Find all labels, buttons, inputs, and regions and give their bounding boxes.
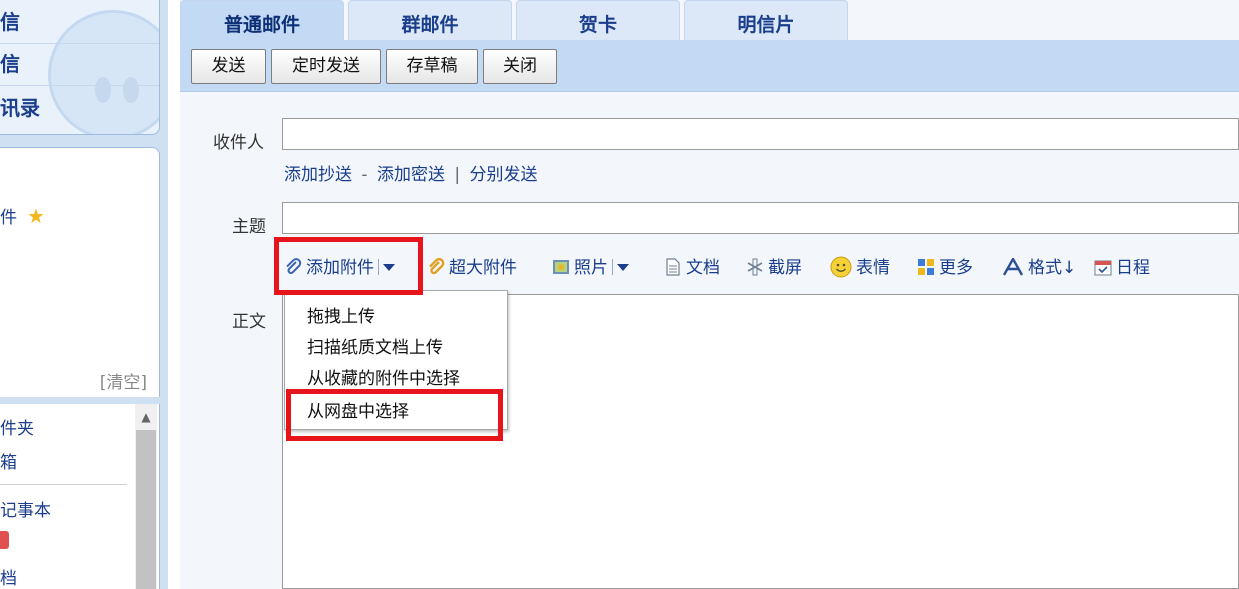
tab-greeting-card[interactable]: 贺卡: [516, 0, 680, 40]
smiley-icon: [830, 256, 852, 278]
document-button[interactable]: 文档: [664, 252, 720, 284]
scissors-icon: [747, 258, 763, 276]
format-label: 格式↓: [1028, 258, 1077, 278]
tab-normal-mail[interactable]: 普通邮件: [180, 0, 344, 40]
clear-link[interactable]: [清空]: [100, 368, 147, 393]
sidebar-item-starred-label: 件: [0, 208, 17, 228]
subject-label: 主题: [232, 217, 266, 237]
sidebar-scrollbar[interactable]: ▲: [135, 404, 157, 589]
dash-separator: -: [361, 165, 368, 185]
compose-tabs: 普通邮件 群邮件 贺卡 明信片: [180, 0, 1239, 40]
body-label: 正文: [232, 312, 266, 332]
schedule-label: 日程: [1116, 258, 1150, 278]
add-cc-link[interactable]: 添加抄送: [284, 165, 352, 185]
emoji-button[interactable]: 表情: [830, 252, 890, 284]
tab-postcard[interactable]: 明信片: [684, 0, 848, 40]
sidebar-item-notepad[interactable]: 记事本: [0, 496, 51, 521]
chevron-down-icon[interactable]: [383, 264, 395, 271]
more-button[interactable]: 更多: [917, 252, 973, 284]
large-attachment-label: 超大附件: [449, 258, 517, 278]
recipient-input[interactable]: [282, 118, 1239, 150]
subject-input[interactable]: [282, 202, 1239, 234]
sidebar-link-inbox[interactable]: 信: [0, 42, 159, 86]
attachment-dropdown-menu: 拖拽上传 扫描纸质文档上传 从收藏的附件中选择 从网盘中选择: [284, 290, 508, 430]
format-button[interactable]: 格式↓: [1002, 252, 1076, 284]
more-grid-icon: [918, 259, 934, 275]
photo-chevron-down-icon[interactable]: [617, 264, 629, 271]
sidebar: 信 信 讯录 件 ★ [清空] 件夹 箱 记事本 档 ▲: [0, 0, 168, 589]
menu-item-scan-upload[interactable]: 扫描纸质文档上传: [307, 333, 443, 358]
menu-item-drag-upload[interactable]: 拖拽上传: [307, 302, 375, 327]
sidebar-folder-panel: 件夹 箱 记事本 档 ▲: [0, 404, 160, 589]
photo-icon: [553, 260, 569, 274]
menu-item-from-favorites[interactable]: 从收藏的附件中选择: [307, 364, 460, 389]
sidebar-link-write[interactable]: 信: [0, 0, 159, 44]
cc-links: 添加抄送 - 添加密送 | 分别发送: [284, 160, 538, 185]
add-attachment-button[interactable]: 添加附件: [284, 252, 395, 284]
pipe-separator: |: [454, 165, 461, 185]
scroll-up-arrow-icon[interactable]: ▲: [135, 404, 157, 430]
new-badge-icon: [0, 531, 9, 549]
close-button[interactable]: 关闭: [483, 49, 557, 84]
schedule-button[interactable]: 日程: [1094, 252, 1150, 284]
sidebar-item-documents[interactable]: 档: [0, 564, 17, 589]
add-bcc-link[interactable]: 添加密送: [377, 165, 445, 185]
photo-button[interactable]: 照片: [552, 252, 629, 284]
menu-item-from-netdisk[interactable]: 从网盘中选择: [307, 397, 409, 422]
star-icon: ★: [27, 204, 45, 228]
tab-group-mail[interactable]: 群邮件: [348, 0, 512, 40]
sidebar-item-box[interactable]: 箱: [0, 448, 17, 473]
large-attachment-button[interactable]: 超大附件: [427, 252, 517, 284]
compose-toolbar: 发送 定时发送 存草稿 关闭: [180, 40, 1239, 92]
save-draft-button[interactable]: 存草稿: [386, 49, 478, 84]
calendar-icon: [1094, 260, 1112, 276]
scheduled-send-button[interactable]: 定时发送: [271, 49, 381, 84]
separate-send-link[interactable]: 分别发送: [470, 165, 538, 185]
paperclip-icon: [286, 258, 302, 274]
document-icon: [666, 258, 680, 276]
sidebar-item-folders[interactable]: 件夹: [0, 414, 34, 439]
emoji-label: 表情: [856, 258, 890, 278]
sidebar-top-panel: 信 信 讯录: [0, 0, 160, 135]
sidebar-mail-panel: 件 ★ [清空]: [0, 147, 160, 397]
large-paperclip-icon: [429, 258, 445, 275]
sidebar-divider: [0, 484, 127, 485]
compose-panel: 普通邮件 群邮件 贺卡 明信片 发送 定时发送 存草稿 关闭 收件人 添加抄送 …: [180, 0, 1239, 589]
add-attachment-label: 添加附件: [306, 258, 374, 278]
recipient-label: 收件人: [213, 133, 264, 153]
scrollbar-thumb[interactable]: [136, 430, 156, 589]
document-label: 文档: [686, 258, 720, 278]
screenshot-button[interactable]: 截屏: [746, 252, 802, 284]
screenshot-label: 截屏: [768, 258, 802, 278]
more-label: 更多: [939, 258, 973, 278]
attachment-toolbar: 添加附件 超大附件 照片 文档 截屏 表情 更多 格式↓ 日程: [280, 252, 1239, 284]
send-button[interactable]: 发送: [191, 49, 266, 84]
sidebar-link-contacts[interactable]: 讯录: [0, 86, 159, 130]
sidebar-item-starred[interactable]: 件 ★: [0, 203, 45, 228]
font-a-icon: [1002, 258, 1024, 276]
photo-label: 照片: [574, 258, 608, 278]
